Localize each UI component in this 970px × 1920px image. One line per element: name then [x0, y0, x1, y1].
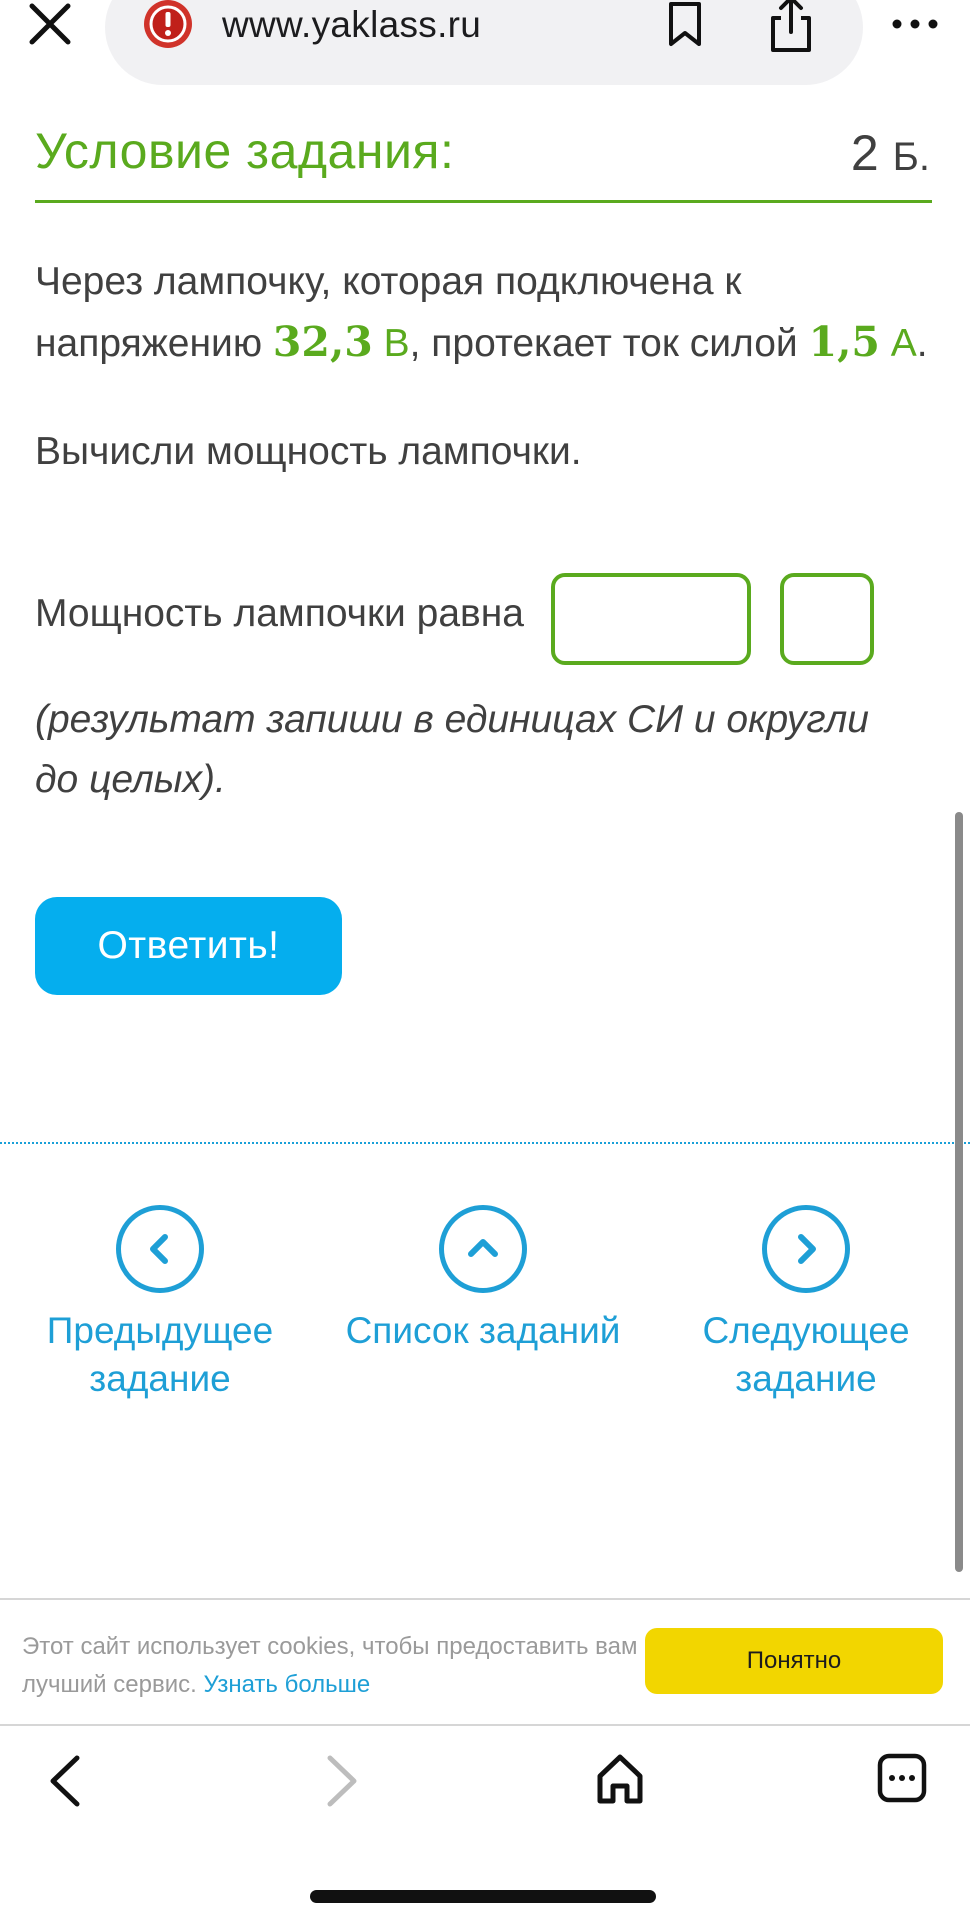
statement-line-2: напряжению 32,3 В, протекает ток силой 1…: [35, 312, 935, 374]
home-indicator: [310, 1890, 656, 1903]
section-divider: [0, 1142, 970, 1144]
next-task-link[interactable]: Следующее задание: [690, 1205, 922, 1403]
chevron-right-icon[interactable]: [762, 1205, 850, 1293]
voltage-unit: В: [372, 322, 410, 365]
address-bar[interactable]: [105, 0, 863, 85]
submit-button[interactable]: Ответить!: [35, 897, 342, 995]
task-question: Вычисли мощность лампочки.: [35, 430, 582, 473]
task-title: Условие задания:: [35, 123, 455, 179]
cookie-accept-button[interactable]: Понятно: [645, 1628, 943, 1694]
task-statement: Через лампочку, которая подключена к нап…: [35, 252, 935, 374]
close-icon[interactable]: [22, 0, 78, 52]
tabs-icon[interactable]: [876, 1752, 928, 1804]
chevron-left-icon[interactable]: [116, 1205, 204, 1293]
answer-value-input[interactable]: [551, 573, 751, 665]
current-unit: А: [879, 322, 917, 365]
voltage-value: 32,3: [272, 318, 373, 366]
answer-hint: (результат запиши в единицах СИ и округл…: [35, 698, 869, 801]
task-points: 2 Б.: [851, 124, 930, 182]
browser-top-bar: www.yaklass.ru: [0, 0, 970, 100]
answer-unit-input[interactable]: [780, 573, 874, 665]
forward-icon[interactable]: [322, 1752, 362, 1810]
next-task-label-1[interactable]: Следующее: [690, 1307, 922, 1355]
previous-task-label-1[interactable]: Предыдущее: [40, 1307, 280, 1355]
warning-icon[interactable]: [140, 0, 196, 56]
cookie-learn-more-link[interactable]: Узнать больше: [203, 1671, 370, 1698]
previous-task-link[interactable]: Предыдущее задание: [40, 1205, 280, 1403]
statement-text-c: .: [916, 322, 928, 365]
task-list-label[interactable]: Список заданий: [345, 1307, 621, 1355]
cookie-text: Этот сайт использует cookies, чтобы пред…: [22, 1628, 642, 1704]
answer-label: Мощность лампочки равна: [35, 592, 524, 635]
previous-task-label-2[interactable]: задание: [40, 1355, 280, 1403]
share-icon[interactable]: [763, 0, 819, 54]
scrollbar[interactable]: [955, 812, 963, 1572]
statement-text-b: , протекает ток силой: [409, 322, 809, 365]
points-unit: Б.: [892, 135, 930, 179]
statement-line-1: Через лампочку, которая подключена к: [35, 260, 742, 303]
url-text[interactable]: www.yaklass.ru: [222, 4, 481, 46]
cookie-banner: Этот сайт использует cookies, чтобы пред…: [0, 1598, 970, 1726]
header-divider: [35, 200, 932, 203]
statement-text-a: напряжению: [35, 322, 273, 365]
more-icon[interactable]: [885, 4, 945, 44]
chevron-up-icon[interactable]: [439, 1205, 527, 1293]
bookmark-icon[interactable]: [663, 0, 707, 48]
points-value: 2: [850, 125, 879, 181]
task-list-link[interactable]: Список заданий: [345, 1205, 621, 1355]
next-task-label-2[interactable]: задание: [690, 1355, 922, 1403]
back-icon[interactable]: [45, 1752, 85, 1810]
home-icon[interactable]: [595, 1752, 645, 1806]
current-value: 1,5: [808, 318, 880, 366]
